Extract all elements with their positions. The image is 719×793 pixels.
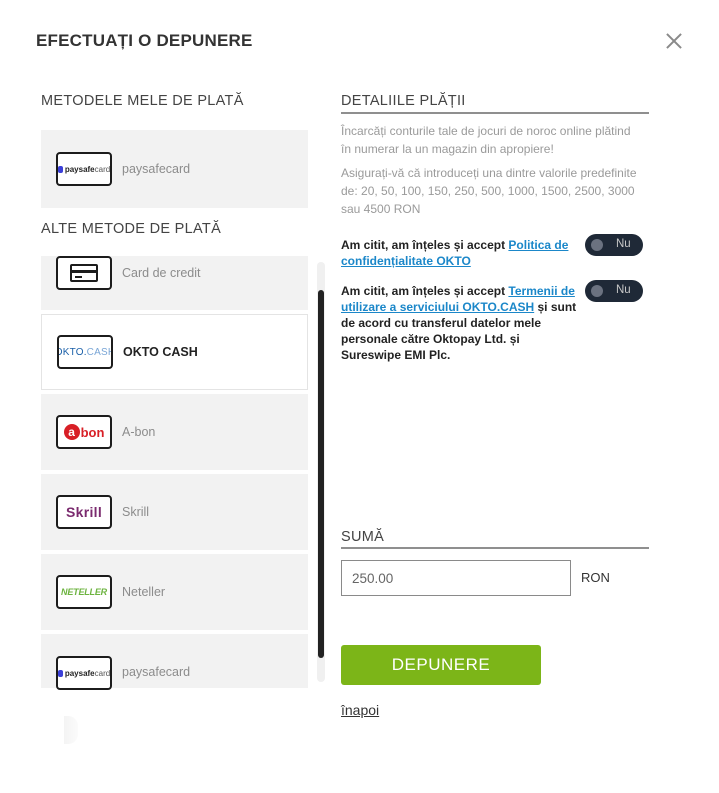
method-label: Skrill	[122, 505, 150, 519]
credit-card-icon	[56, 256, 112, 290]
method-paysafecard[interactable]: paysafe card paysafecard	[41, 634, 308, 690]
method-label: Neteller	[122, 585, 166, 599]
details-info-2: Asigurați-vă că introduceți una dintre v…	[341, 166, 637, 216]
my-methods-heading: METODELE MELE DE PLATĂ	[41, 93, 244, 109]
toggle-label: Nu	[616, 238, 631, 250]
toggle-knob	[591, 285, 603, 297]
method-label: Card de credit	[122, 266, 201, 280]
method-okto-cash[interactable]: OKTO.CASH OKTO CASH	[41, 314, 308, 390]
privacy-consent-toggle[interactable]: Nu	[585, 234, 643, 256]
method-label: A-bon	[122, 425, 156, 439]
close-icon[interactable]	[662, 29, 686, 53]
a-bon-logo: a bon	[56, 415, 112, 449]
toggle-knob	[591, 239, 603, 251]
paysafecard-logo: paysafe card	[56, 152, 112, 186]
amount-divider	[341, 547, 649, 549]
details-info-1: Încarcăți conturile tale de jocuri de no…	[341, 124, 631, 156]
skrill-logo: Skrill	[56, 495, 112, 529]
method-credit-card[interactable]: Card de credit	[41, 256, 308, 310]
method-label: OKTO CASH	[123, 345, 198, 359]
amount-heading: SUMĂ	[341, 529, 385, 545]
deposit-button[interactable]: DEPUNERE	[341, 645, 541, 685]
okto-cash-logo: OKTO.CASH	[57, 335, 113, 369]
my-method-paysafecard[interactable]: paysafe card paysafecard	[41, 130, 308, 208]
method-label: paysafecard	[122, 665, 191, 679]
method-a-bon[interactable]: a bon A-bon	[41, 394, 308, 470]
modal-title: EFECTUAȚI O DEPUNERE	[36, 31, 253, 50]
paysafecard-logo: paysafe card	[56, 656, 112, 690]
service-terms-text: Am citit, am înțeles și accept Termenii …	[341, 284, 577, 362]
details-heading: DETALIILE PLĂȚII	[341, 93, 466, 109]
method-label: paysafecard	[122, 162, 191, 176]
methods-scrollbar-thumb[interactable]	[318, 290, 324, 658]
amount-input[interactable]	[341, 560, 571, 596]
method-neteller[interactable]: NETELLER Neteller	[41, 554, 308, 630]
currency-label: RON	[581, 570, 610, 585]
privacy-terms-text: Am citit, am înțeles și accept Politica …	[341, 238, 569, 268]
decorative-shape	[64, 716, 78, 744]
deposit-modal: EFECTUAȚI O DEPUNERE METODELE MELE DE PL…	[0, 0, 719, 793]
toggle-label: Nu	[616, 284, 631, 296]
details-divider	[341, 112, 649, 114]
neteller-logo: NETELLER	[56, 575, 112, 609]
back-link[interactable]: înapoi	[341, 702, 379, 718]
other-methods-heading: ALTE METODE DE PLATĂ	[41, 221, 222, 237]
method-skrill[interactable]: Skrill Skrill	[41, 474, 308, 550]
service-terms-toggle[interactable]: Nu	[585, 280, 643, 302]
